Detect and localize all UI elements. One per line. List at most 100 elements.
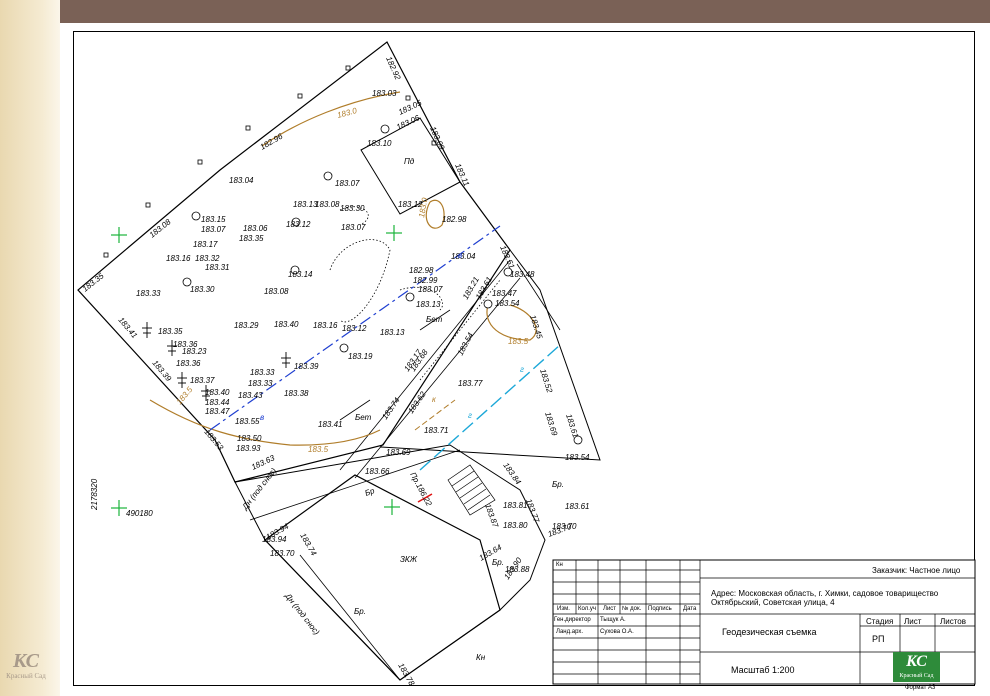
concrete-label: Бет: [355, 413, 372, 422]
spot-height: 182.98: [442, 215, 467, 224]
spot-height: 183.43: [238, 391, 263, 400]
spot-height: 183.15: [201, 215, 226, 224]
plot-boundary: [77, 41, 511, 483]
boundary-height: 183.05: [397, 98, 423, 117]
spot-height: 183.23: [182, 347, 207, 356]
boundary-height: 183.78: [396, 662, 416, 688]
coord-y-label: 490180: [126, 509, 153, 518]
spot-height: 183.10: [367, 139, 392, 148]
curb-label: Бр.: [492, 558, 504, 567]
boundary-height: 183.84: [501, 461, 523, 487]
boundary-height: 183.54: [565, 453, 590, 462]
spot-height: 183.33: [136, 289, 161, 298]
spot-height: 183.40: [205, 388, 230, 397]
spot-height: 183.13: [416, 300, 441, 309]
boundary-height: 183.61: [564, 413, 580, 439]
spot-height: 183.32: [195, 254, 220, 263]
demolish-label: Дн (под снос): [240, 466, 279, 512]
boundary-height: 183.39: [150, 359, 173, 384]
steps-label: Пр.186.22: [408, 471, 434, 508]
utility-g-label: г: [468, 411, 472, 420]
boundary-height: 183.74: [380, 395, 402, 421]
curb-label: Бр: [364, 486, 377, 498]
contour-label: 183.5: [308, 445, 329, 454]
spot-height: 183.44: [205, 398, 230, 407]
tb-sheets-label: Листов: [940, 617, 966, 626]
spot-height: 183.40: [274, 320, 299, 329]
boundary-height: 183.35: [81, 271, 106, 293]
spot-height: 183.30: [340, 204, 365, 213]
concrete-label: Бет: [426, 315, 443, 324]
spot-height: 183.08: [264, 287, 289, 296]
tb-header-kol: Кол.уч: [578, 606, 596, 612]
spot-height: 183.55: [235, 417, 260, 426]
tb-stage-value: РП: [872, 634, 885, 644]
spot-height: 183.03: [372, 89, 397, 98]
contour-label: 183.5: [175, 385, 195, 407]
spot-height: 183.71: [424, 426, 448, 435]
building-3kzh: [264, 474, 501, 681]
tb-name-1: Тыщук А.: [600, 617, 626, 623]
spot-height: 183.17: [193, 240, 218, 249]
spot-height: 183.38: [284, 389, 309, 398]
tb-customer: Заказчик: Частное лицо: [872, 566, 961, 575]
spot-height: 183.08: [315, 200, 340, 209]
spot-height: 183.69: [386, 448, 411, 457]
utility-g-label: г: [520, 365, 524, 374]
curb-label: Бр.: [552, 480, 564, 489]
boundary-height: 183.62: [406, 389, 428, 415]
spot-height: 183.12: [286, 220, 311, 229]
tb-header-list: Лист: [603, 606, 617, 612]
tb-role-2: Ланд.арх.: [556, 629, 584, 635]
tb-stage-label: Стадия: [866, 617, 894, 626]
boundary-height-labels: 182.92 183.05 183.06 183.09 183.11 182.9…: [81, 55, 590, 688]
utility-v-label: в: [458, 251, 462, 260]
spot-height: 183.07: [335, 179, 360, 188]
utility-v-label: в: [260, 413, 264, 422]
spot-height: 182.98: [409, 266, 434, 275]
spot-height: 183.35: [239, 234, 264, 243]
spot-height: 183.39: [294, 362, 319, 371]
spot-height-labels: 183.03 183.04 183.07 183.15 183.07 183.0…: [136, 89, 589, 574]
boundary-height: 183.53: [202, 428, 225, 453]
spot-height: 183.36: [176, 359, 201, 368]
spot-height: 183.93: [236, 444, 261, 453]
tb-scale: Масштаб 1:200: [731, 665, 795, 675]
demolish-label: Дн (под снос): [283, 591, 322, 637]
tb-role-1: Ген.директор: [554, 617, 591, 623]
spot-height: 183.80: [503, 521, 528, 530]
spot-height: 183.37: [190, 376, 215, 385]
tb-header-izm: Изм.: [557, 606, 570, 612]
spot-height: 183.13: [380, 328, 405, 337]
boundary-height: 183.51: [498, 244, 516, 270]
tb-format: Формат А3: [905, 685, 936, 691]
tb-address-2: Октябрьский, Советская улица, 4: [711, 598, 835, 607]
spot-height: 183.54: [495, 299, 520, 308]
tb-name-2: Сухова О.А.: [600, 629, 634, 635]
building-label: ЗКЖ: [400, 555, 418, 564]
curb-label: Бр.: [354, 607, 366, 616]
spot-height: 183.70: [270, 549, 295, 558]
contour-label: 183.5: [508, 337, 529, 346]
spot-height: 183.16: [313, 321, 338, 330]
tb-work-title: Геодезическая съемка: [722, 627, 817, 637]
spot-height: 183.07: [201, 225, 226, 234]
utility-line-g: [419, 344, 561, 471]
spot-height: 183.31: [205, 263, 229, 272]
spot-height: 183.33: [250, 368, 275, 377]
spot-height: 183.33: [248, 379, 273, 388]
spot-height: 183.66: [365, 467, 390, 476]
utility-k-label: к: [432, 395, 437, 404]
spot-height: 183.50: [237, 434, 262, 443]
boundary-height: 183.52: [538, 368, 554, 395]
tb-address-1: Адрес: Московская область, г. Химки, сад…: [711, 589, 939, 598]
boundary-height: 183.54: [456, 331, 476, 357]
pd-label: Пд: [404, 157, 415, 166]
tb-kn: Кн: [556, 562, 563, 568]
spot-height: 183.16: [166, 254, 191, 263]
tb-sheet-label: Лист: [904, 617, 922, 626]
spot-height: 183.81: [503, 501, 527, 510]
boundary-height: 183.09: [428, 125, 446, 152]
tb-header-date: Дата: [683, 606, 697, 612]
boundary-height: 183.74: [298, 532, 318, 558]
